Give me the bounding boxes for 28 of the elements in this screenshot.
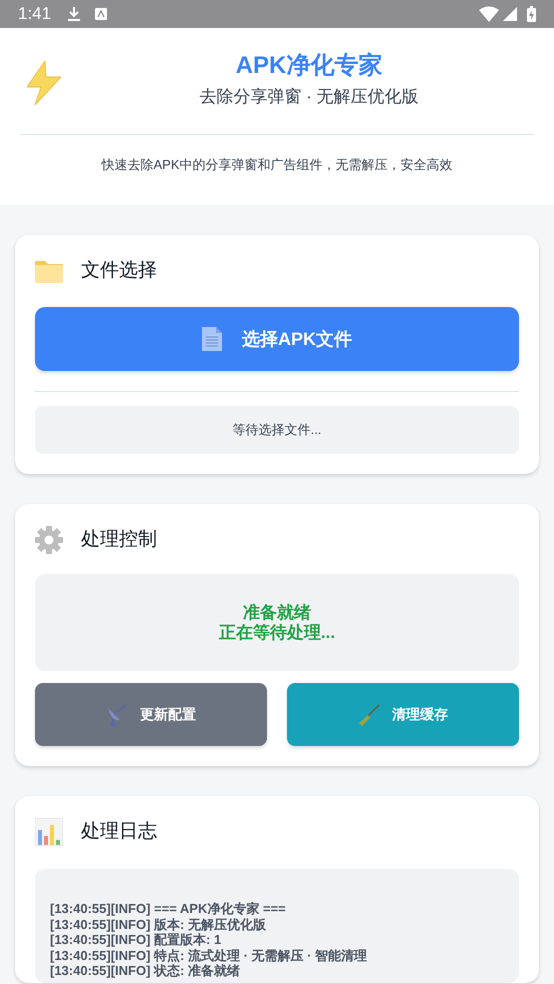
log-line: [13:40:55][INFO] 配置版本: 1 [50, 932, 222, 948]
signal-icon [503, 7, 517, 21]
download-icon [67, 6, 82, 22]
app-title: APK净化专家 [236, 51, 382, 81]
action-button[interactable]: 清理缓存 [287, 683, 519, 746]
file-status: 等待选择文件... [35, 406, 519, 454]
log-line: [13:40:55][INFO] 特点: 流式处理 · 无需解压 · 智能清理 [50, 948, 368, 963]
battery-icon [527, 6, 536, 22]
document-icon [202, 327, 222, 351]
status-time: 1:41 [18, 3, 52, 26]
wifi-icon [479, 6, 499, 22]
bar-chart-icon [35, 818, 63, 846]
card-title: 处理日志 [81, 820, 157, 844]
tagline: 快速去除APK中的分享弹窗和广告组件，无需解压，安全高效 [100, 156, 454, 174]
card-title: 处理控制 [81, 528, 157, 552]
log-line: [13:40:55][INFO] 状态: 准备就绪 [50, 963, 241, 978]
lightning-icon [27, 61, 61, 105]
broom-icon [358, 704, 380, 726]
folder-icon [35, 259, 63, 283]
app-subtitle: 去除分享弹窗 · 无解压优化版 [199, 86, 419, 108]
log-line: [13:40:55][INFO] === APK净化专家 === [50, 901, 287, 916]
status-line: 正在等待处理... [218, 622, 336, 642]
log-line: [13:40:55][INFO] 版本: 无解压优化版 [50, 916, 267, 932]
satellite-dish-icon [106, 704, 128, 726]
action-button[interactable]: 更新配置 [35, 683, 267, 746]
select-apk-button[interactable]: 选择APK文件 [35, 307, 519, 371]
status-line: 准备就绪 [243, 602, 311, 622]
card-title: 文件选择 [81, 258, 157, 283]
